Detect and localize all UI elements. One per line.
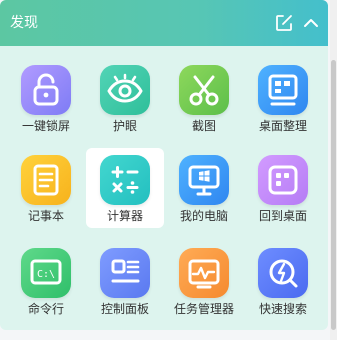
scrollbar-thumb[interactable] [331,60,336,330]
tool-label: 快速搜索 [258,302,307,316]
scissors-icon [179,65,229,115]
tool-label: 控制面板 [100,302,149,316]
notepad-icon [21,155,71,205]
tool-command-line[interactable]: C:\ 命令行 [7,241,85,321]
tool-label: 护眼 [112,119,137,133]
tool-label: 任务管理器 [173,302,234,316]
task-manager-icon [179,248,229,298]
tool-control-panel[interactable]: 控制面板 [86,241,164,321]
tool-desktop-organize[interactable]: 桌面整理 [244,58,322,138]
tool-label: 命令行 [27,302,64,316]
tool-quick-search[interactable]: 快速搜索 [244,241,322,321]
show-desktop-icon [258,155,308,205]
edit-icon[interactable] [274,13,294,33]
tool-label: 回到桌面 [258,209,307,223]
lock-icon [21,65,71,115]
tool-task-manager[interactable]: 任务管理器 [165,241,243,321]
tool-show-desktop[interactable]: 回到桌面 [244,148,322,228]
eye-icon [100,65,150,115]
discover-panel: 发现 一键锁屏 护眼 截图 桌面整理 记事本 计算器 我的电脑 回到桌面 C:\… [0,0,328,330]
terminal-icon: C:\ [21,248,71,298]
desktop-organize-icon [258,65,308,115]
tool-label: 一键锁屏 [21,119,70,133]
panel-title: 发现 [10,15,38,31]
control-panel-icon [100,248,150,298]
calculator-icon [100,155,150,205]
tool-lock-screen[interactable]: 一键锁屏 [7,58,85,138]
tool-label: 我的电脑 [179,209,228,223]
panel-header: 发现 [0,0,328,46]
chevron-up-icon[interactable] [301,13,321,33]
tool-screenshot[interactable]: 截图 [165,58,243,138]
tool-label: 计算器 [106,209,143,223]
scrollbar[interactable] [330,0,337,340]
quick-search-icon [258,248,308,298]
tool-my-computer[interactable]: 我的电脑 [165,148,243,228]
tool-label: 截图 [191,119,216,133]
tool-label: 桌面整理 [258,119,307,133]
computer-icon [179,155,229,205]
tool-label: 记事本 [27,209,64,223]
tool-calculator[interactable]: 计算器 [86,148,164,228]
tool-eye-protection[interactable]: 护眼 [86,58,164,138]
svg-text:C:\: C:\ [37,269,55,280]
tool-notepad[interactable]: 记事本 [7,148,85,228]
